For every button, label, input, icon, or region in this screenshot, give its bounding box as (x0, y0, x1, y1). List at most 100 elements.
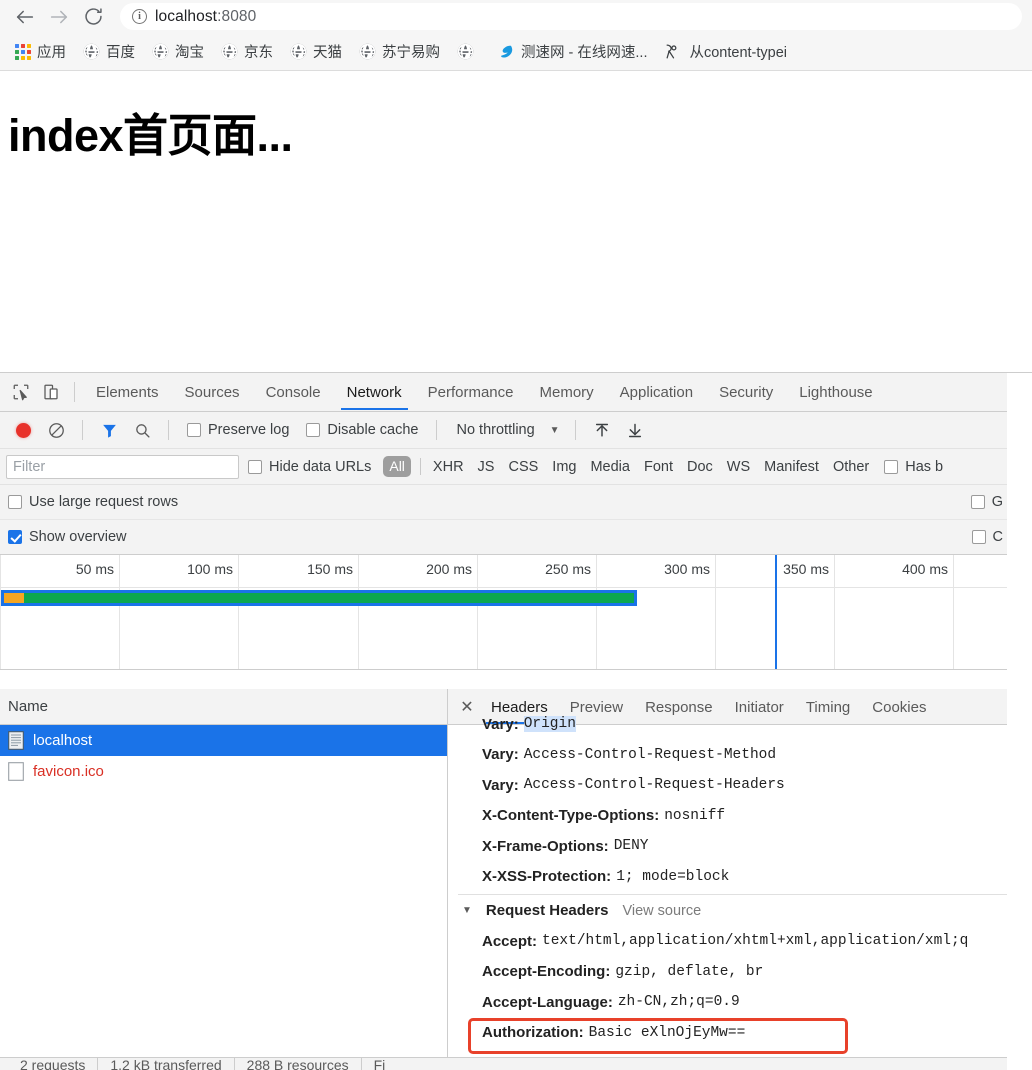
filter-type-css[interactable]: CSS (502, 459, 544, 475)
bookmark-taobao[interactable]: 淘宝 (145, 37, 211, 66)
header-name: Accept: (482, 933, 537, 950)
tick-label: 250 ms (545, 561, 596, 577)
view-source-link[interactable]: View source (622, 903, 701, 919)
reload-button[interactable] (78, 2, 108, 32)
header-name: X-Frame-Options: (482, 838, 609, 855)
filter-bar: Hide data URLs All XHR JS CSS Img Media … (0, 449, 1007, 485)
import-har-button[interactable] (587, 416, 617, 444)
device-toolbar-icon[interactable] (36, 377, 66, 407)
triangle-down-icon[interactable]: ▼ (462, 905, 472, 916)
globe-icon (152, 43, 169, 60)
filter-type-font[interactable]: Font (638, 459, 679, 475)
network-overview-timeline[interactable]: 50 ms 100 ms 150 ms 200 ms 250 ms 300 ms… (0, 555, 1007, 670)
filter-type-all[interactable]: All (383, 456, 411, 477)
filter-type-ws[interactable]: WS (721, 459, 756, 475)
request-detail-panel: ✕ Headers Preview Response Initiator Tim… (448, 689, 1007, 1070)
use-large-request-rows-checkbox[interactable]: Use large request rows (8, 494, 185, 510)
tab-application[interactable]: Application (607, 375, 706, 409)
bookmark-unnamed[interactable] (450, 39, 487, 64)
tick-label: 100 ms (187, 561, 238, 577)
filter-type-img[interactable]: Img (546, 459, 582, 475)
header-name: Authorization: (482, 1024, 584, 1041)
globe-icon (221, 43, 238, 60)
header-value: gzip, deflate, br (615, 964, 763, 980)
bookmark-content-type[interactable]: 从content-typei (657, 37, 794, 66)
throttling-select[interactable]: No throttling (448, 422, 542, 438)
group-by-frame-checkbox[interactable]: G (971, 485, 1007, 519)
preserve-log-label: Preserve log (208, 422, 289, 438)
header-value: 1; mode=block (616, 869, 729, 885)
page-content: index首页面... (0, 71, 1032, 372)
extension-icon (664, 42, 683, 61)
has-blocked-cookies-checkbox[interactable]: Has b (877, 459, 950, 475)
filter-type-media[interactable]: Media (584, 459, 636, 475)
header-row: Vary: Access-Control-Request-Headers (458, 770, 1007, 801)
export-har-button[interactable] (620, 416, 650, 444)
headers-content[interactable]: Vary: Origin Vary: Access-Control-Reques… (448, 709, 1007, 1070)
bookmark-apps[interactable]: 应用 (8, 37, 73, 66)
request-name: favicon.ico (33, 763, 104, 780)
tab-security[interactable]: Security (706, 375, 786, 409)
inspect-element-icon[interactable] (6, 377, 36, 407)
address-bar[interactable]: i localhost:8080 (120, 3, 1022, 30)
globe-icon (83, 43, 100, 60)
tab-elements[interactable]: Elements (83, 375, 172, 409)
clear-button[interactable] (41, 416, 71, 444)
preserve-log-checkbox[interactable]: Preserve log (180, 422, 296, 438)
request-column-header-name[interactable]: Name (0, 689, 447, 725)
record-button[interactable] (8, 416, 38, 444)
bookmark-jd[interactable]: 京东 (214, 37, 280, 66)
back-button[interactable] (10, 2, 40, 32)
bookmark-label: 苏宁易购 (382, 41, 440, 62)
header-row: X-XSS-Protection: 1; mode=block (458, 862, 1007, 893)
hide-data-urls-checkbox[interactable]: Hide data URLs (241, 459, 378, 475)
tab-lighthouse[interactable]: Lighthouse (786, 375, 885, 409)
bookmarks-bar: 应用 百度 淘宝 京东 天猫 苏宁易购 测速网 - 在线网速... 从conte… (0, 33, 1032, 71)
bookmark-suning[interactable]: 苏宁易购 (352, 37, 447, 66)
network-lower-area: Name localhost favicon.ico ✕ Headers Pre… (0, 689, 1007, 1070)
forward-button[interactable] (44, 2, 74, 32)
document-icon (8, 731, 24, 750)
divider (420, 458, 421, 475)
header-value: nosniff (664, 808, 725, 824)
table-row[interactable]: favicon.ico (0, 756, 447, 787)
hide-data-urls-label: Hide data URLs (269, 459, 371, 475)
search-icon[interactable] (127, 416, 157, 444)
chevron-down-icon[interactable]: ▼ (546, 425, 564, 436)
filter-input[interactable] (6, 455, 239, 479)
tab-console[interactable]: Console (253, 375, 334, 409)
filter-type-xhr[interactable]: XHR (427, 459, 470, 475)
filter-type-js[interactable]: JS (472, 459, 501, 475)
bookmark-baidu[interactable]: 百度 (76, 37, 142, 66)
header-name: Vary: (482, 746, 519, 763)
url-text: localhost:8080 (155, 8, 256, 26)
tab-sources[interactable]: Sources (172, 375, 253, 409)
filter-type-other[interactable]: Other (827, 459, 875, 475)
status-requests: 2 requests (8, 1057, 97, 1070)
disable-cache-checkbox[interactable]: Disable cache (299, 422, 425, 438)
bookmark-speedtest[interactable]: 测速网 - 在线网速... (490, 37, 654, 66)
header-name: Accept-Language: (482, 994, 613, 1011)
header-name: Vary: (482, 777, 519, 794)
filter-type-manifest[interactable]: Manifest (758, 459, 825, 475)
header-value: zh-CN,zh;q=0.9 (618, 994, 740, 1010)
tab-performance[interactable]: Performance (415, 375, 527, 409)
tab-memory[interactable]: Memory (527, 375, 607, 409)
tick-label: 150 ms (307, 561, 358, 577)
header-row: X-Frame-Options: DENY (458, 831, 1007, 862)
request-headers-section-title[interactable]: ▼ Request Headers View source (458, 894, 1007, 926)
capture-screenshots-checkbox[interactable]: C (972, 520, 1007, 554)
show-overview-checkbox[interactable]: Show overview (8, 529, 134, 545)
use-large-request-rows-label: Use large request rows (29, 494, 178, 510)
tab-network[interactable]: Network (334, 375, 415, 409)
show-overview-label: Show overview (29, 529, 127, 545)
table-row[interactable]: localhost (0, 725, 447, 756)
filter-toggle-button[interactable] (94, 416, 124, 444)
url-host: localhost (155, 8, 217, 25)
filter-type-doc[interactable]: Doc (681, 459, 719, 475)
apps-grid-icon (15, 44, 31, 60)
checkbox-box (971, 495, 985, 509)
tick-label: 350 ms (783, 561, 834, 577)
site-info-icon[interactable]: i (132, 9, 147, 24)
bookmark-tmall[interactable]: 天猫 (283, 37, 349, 66)
